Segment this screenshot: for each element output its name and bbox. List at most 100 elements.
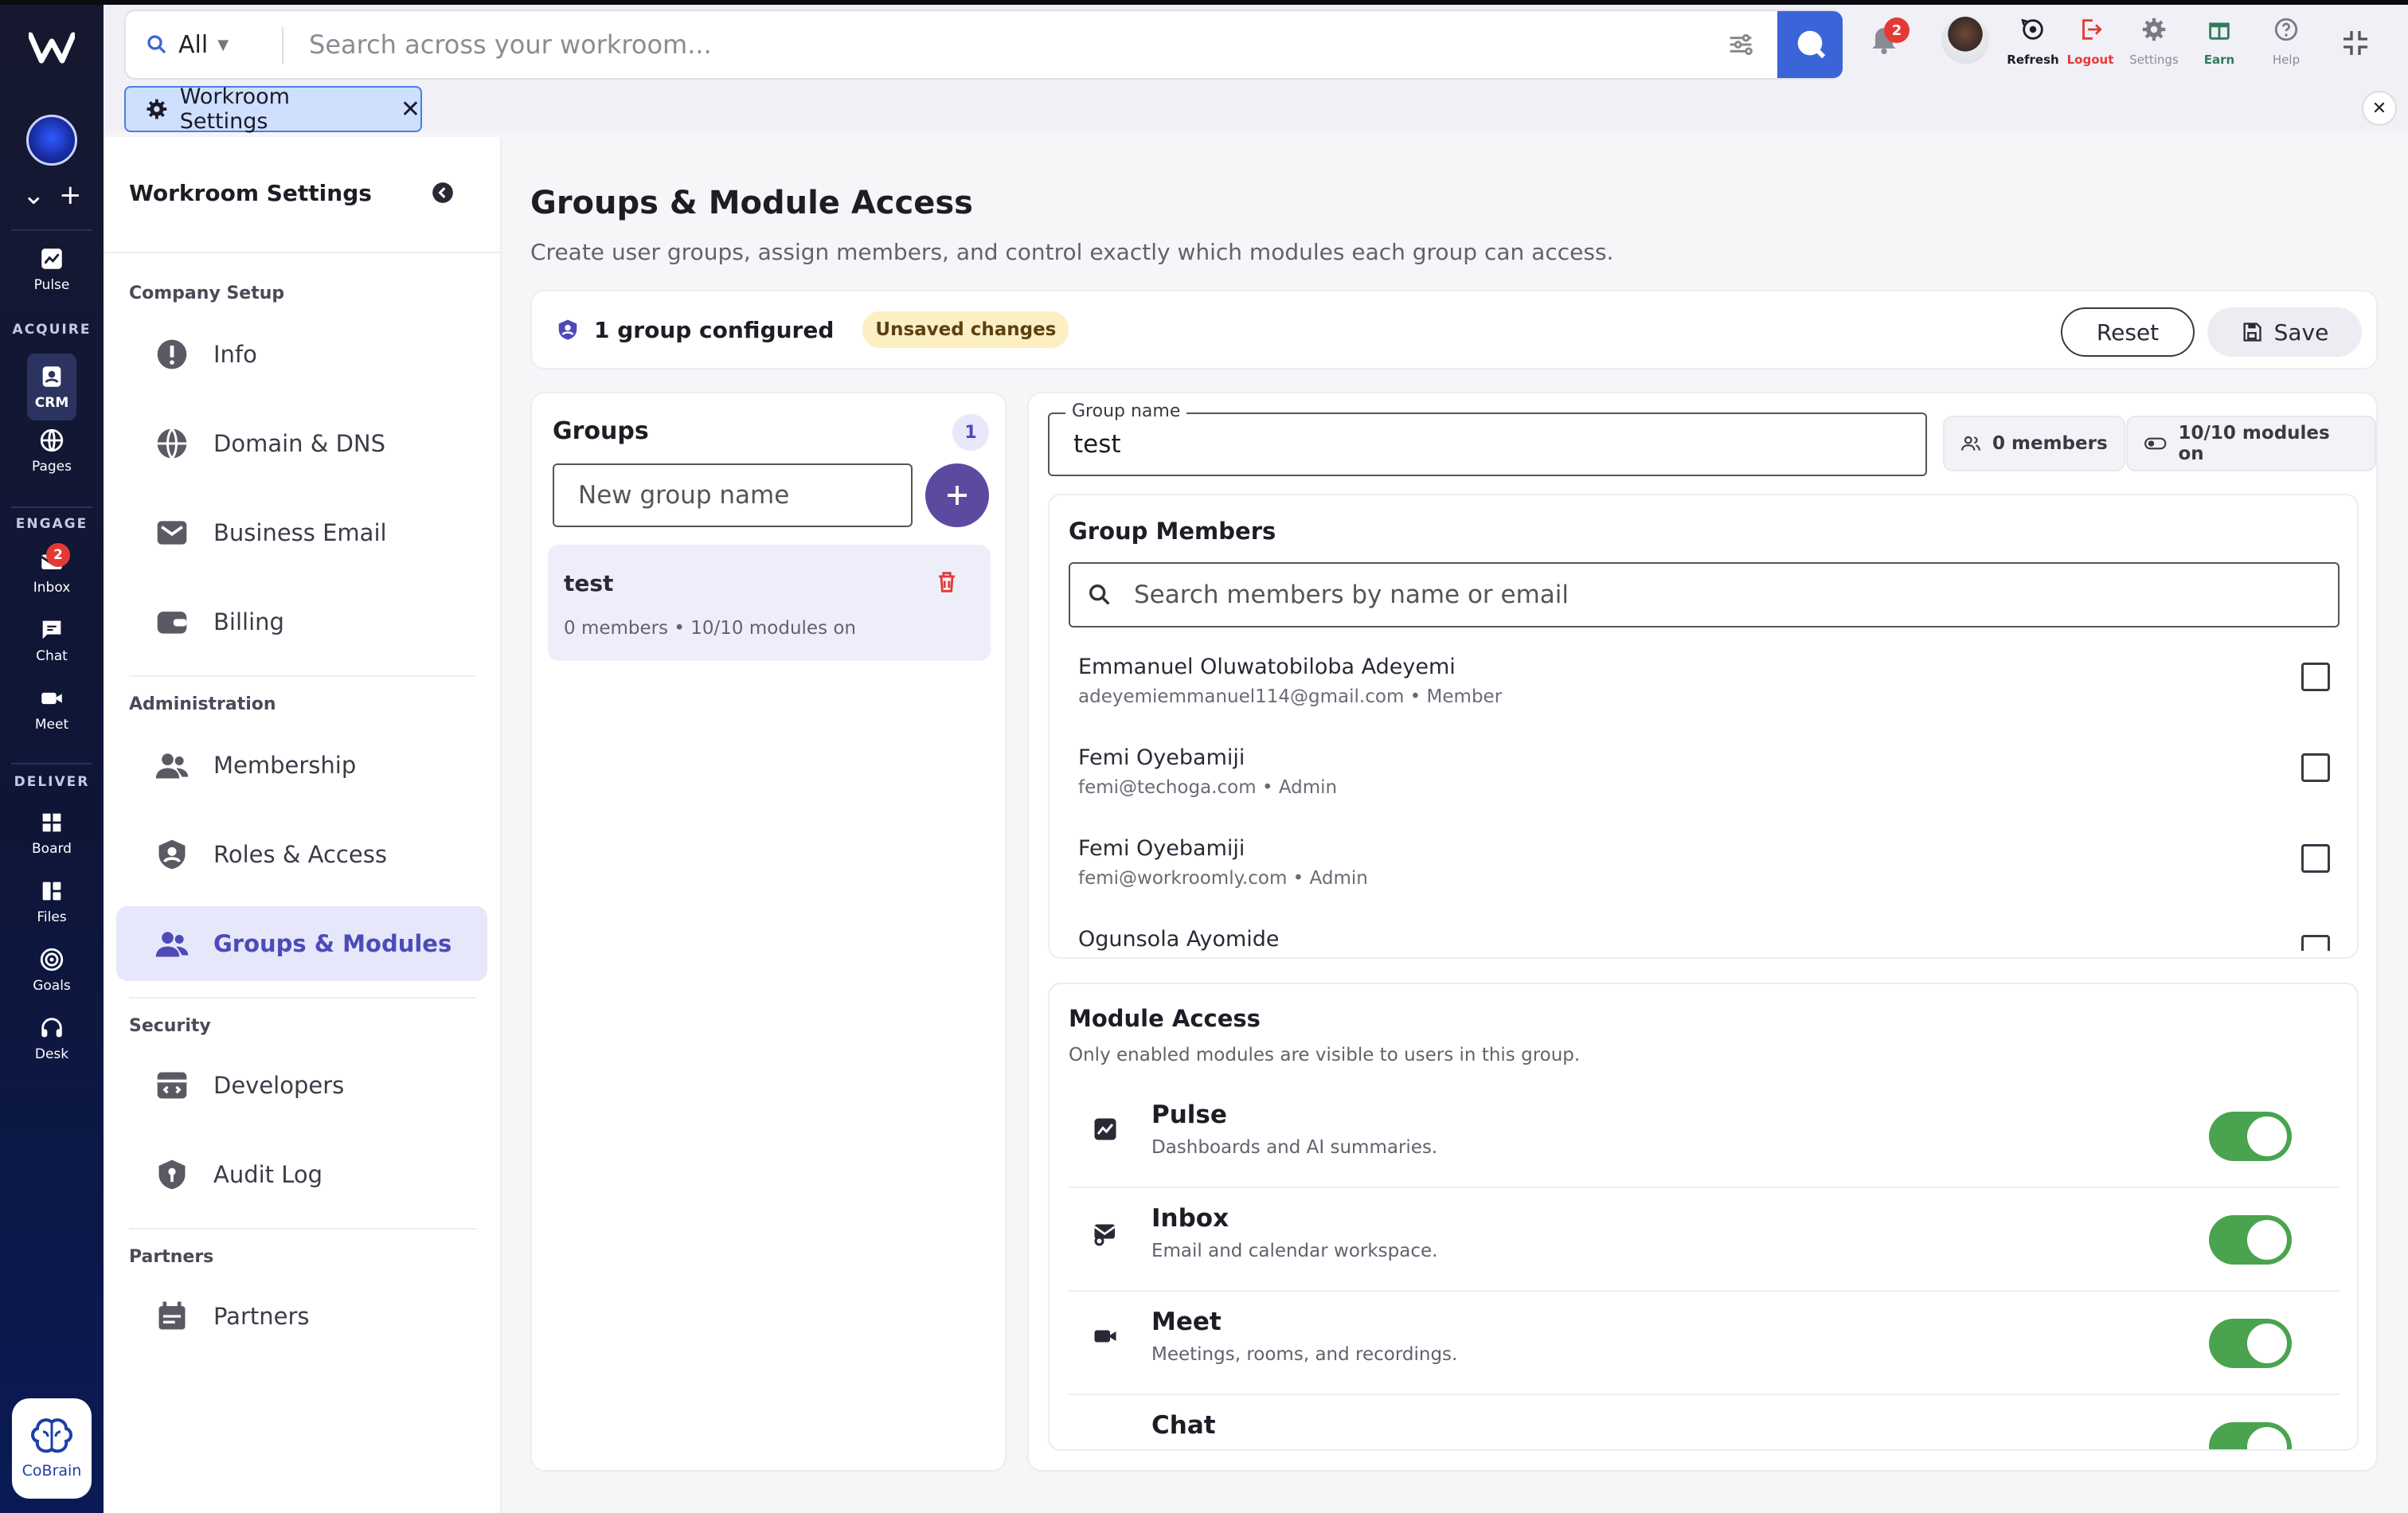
member-row[interactable]: Femi Oyebamiji femi@workroomly.com • Adm…	[1078, 836, 2344, 927]
group-name-field[interactable]: Group name test	[1048, 401, 1927, 476]
member-row[interactable]: Ogunsola Ayomide	[1078, 927, 2344, 951]
rail-item-desk[interactable]: Desk	[0, 1007, 104, 1070]
search-submit-button[interactable]	[1777, 11, 1843, 78]
shield-user-icon	[158, 839, 186, 870]
group-name-value: test	[1073, 430, 1121, 459]
groups-configured-text: 1 group configured	[594, 316, 835, 343]
module-name: Chat	[1151, 1411, 1216, 1440]
user-avatar[interactable]	[1941, 16, 1989, 64]
collapse-icon[interactable]	[2340, 27, 2371, 59]
nav-item-groups-modules[interactable]: Groups & Modules	[116, 906, 487, 981]
page-title: Groups & Module Access	[530, 185, 973, 221]
shield-user-icon	[558, 319, 577, 340]
groups-count-badge: 1	[952, 414, 989, 451]
rail-item-pulse[interactable]: Pulse	[0, 237, 104, 301]
search-icon	[147, 35, 166, 54]
reset-button[interactable]: Reset	[2061, 307, 2195, 357]
close-all-button[interactable]: ✕	[2362, 91, 2397, 126]
member-name: Femi Oyebamiji	[1078, 745, 1245, 770]
nav-label: Developers	[213, 1072, 345, 1099]
target-icon	[40, 948, 64, 972]
inbox-badge: 2	[46, 543, 70, 567]
nav-label: Groups & Modules	[213, 930, 452, 957]
nav-item-billing[interactable]: Billing	[116, 584, 487, 659]
nav-item-business-email[interactable]: Business Email	[116, 495, 487, 570]
page-subtitle: Create user groups, assign members, and …	[530, 239, 1614, 265]
gear-icon	[147, 99, 167, 119]
search-input[interactable]: Search across your workroom...	[309, 11, 712, 78]
pulse-icon	[41, 248, 62, 269]
module-toggle[interactable]	[2209, 1215, 2292, 1265]
module-toggle[interactable]	[2209, 1422, 2292, 1449]
close-tab-icon[interactable]: ✕	[401, 96, 420, 123]
trash-icon[interactable]	[933, 569, 960, 596]
nav-item-roles[interactable]: Roles & Access	[116, 817, 487, 892]
help-button[interactable]: Help	[2252, 16, 2320, 88]
new-group-input[interactable]: New group name	[553, 463, 913, 527]
workspace-avatar[interactable]	[26, 115, 77, 166]
tab-workroom-settings[interactable]: Workroom Settings ✕	[124, 84, 422, 134]
member-checkbox[interactable]	[2301, 753, 2330, 782]
cobrain-label: CoBrain	[22, 1462, 82, 1480]
members-search-input[interactable]: Search members by name or email	[1069, 562, 2340, 627]
group-list-item[interactable]: test 0 members • 10/10 modules on	[548, 545, 991, 661]
group-label-company: Company Setup	[129, 283, 285, 303]
module-toggle[interactable]	[2209, 1319, 2292, 1368]
add-workspace-icon[interactable]: +	[59, 182, 82, 209]
rail-section-label: ACQUIRE	[12, 322, 92, 338]
filter-sliders-icon[interactable]	[1725, 29, 1757, 61]
app-logo[interactable]	[27, 32, 76, 64]
nav-item-info[interactable]: Info	[116, 317, 487, 392]
settings-divider	[104, 252, 502, 253]
settings-title: Workroom Settings	[129, 180, 372, 206]
shield-lock-icon	[158, 1159, 186, 1190]
nav-item-audit-log[interactable]: Audit Log	[116, 1137, 487, 1212]
refresh-icon	[2021, 18, 2043, 40]
rail-item-board[interactable]: Board	[0, 801, 104, 865]
status-bar: 1 group configured Unsaved changes Reset…	[530, 290, 2378, 369]
calendar-icon	[158, 1301, 186, 1330]
notifications-button[interactable]: 2	[1867, 18, 1910, 61]
logout-button[interactable]: Logout	[2056, 16, 2125, 88]
video-icon	[1094, 1330, 1116, 1343]
chevron-down-icon[interactable]: ⌄	[22, 182, 45, 209]
member-checkbox[interactable]	[2301, 935, 2330, 951]
cobrain-button[interactable]: CoBrain	[12, 1398, 92, 1499]
collapse-sidebar-icon[interactable]	[432, 182, 454, 204]
search-bubble-icon	[1797, 30, 1826, 59]
status-summary: 1 group configured Unsaved changes	[556, 291, 1069, 368]
nav-item-partners[interactable]: Partners	[116, 1279, 487, 1354]
modules-title: Module Access	[1069, 1005, 1261, 1032]
add-group-button[interactable]	[925, 463, 989, 527]
rail-item-goals[interactable]: Goals	[0, 938, 104, 1002]
section-divider	[129, 997, 476, 999]
nav-item-developers[interactable]: Developers	[116, 1048, 487, 1123]
module-name: Pulse	[1151, 1101, 1227, 1129]
rail-label: Pulse	[33, 277, 70, 293]
search-scope-select[interactable]: All ▼	[145, 11, 229, 78]
rail-item-inbox[interactable]: 2 Inbox	[0, 540, 104, 604]
earn-button[interactable]: Earn	[2185, 16, 2254, 88]
members-count-text: 0 members	[1992, 433, 2108, 454]
nav-item-domain[interactable]: Domain & DNS	[116, 406, 487, 481]
member-checkbox[interactable]	[2301, 663, 2330, 691]
module-toggle[interactable]	[2209, 1112, 2292, 1161]
rail-item-meet[interactable]: Meet	[0, 677, 104, 741]
member-row[interactable]: Emmanuel Oluwatobiloba Adeyemi adeyemiem…	[1078, 655, 2344, 745]
group-members-section: Group Members Search members by name or …	[1048, 494, 2359, 959]
member-row[interactable]: Femi Oyebamiji femi@techoga.com • Admin	[1078, 745, 2344, 836]
group-meta: 0 members • 10/10 modules on	[564, 618, 857, 639]
save-button[interactable]: Save	[2207, 307, 2362, 357]
rail-item-pages[interactable]: Pages	[0, 419, 104, 483]
rail-item-chat[interactable]: Chat	[0, 608, 104, 672]
rail-label: CRM	[34, 395, 69, 411]
rail-item-crm[interactable]: CRM	[0, 354, 104, 420]
plus-icon	[948, 486, 967, 505]
rail-section-label: DELIVER	[14, 774, 90, 790]
rail-item-files[interactable]: Files	[0, 870, 104, 933]
settings-sidebar: Workroom Settings Company Setup Info Dom…	[104, 137, 502, 1513]
member-email: femi@workroomly.com • Admin	[1078, 868, 1368, 889]
settings-button[interactable]: Settings	[2120, 16, 2188, 88]
nav-item-membership[interactable]: Membership	[116, 728, 487, 803]
member-checkbox[interactable]	[2301, 844, 2330, 873]
